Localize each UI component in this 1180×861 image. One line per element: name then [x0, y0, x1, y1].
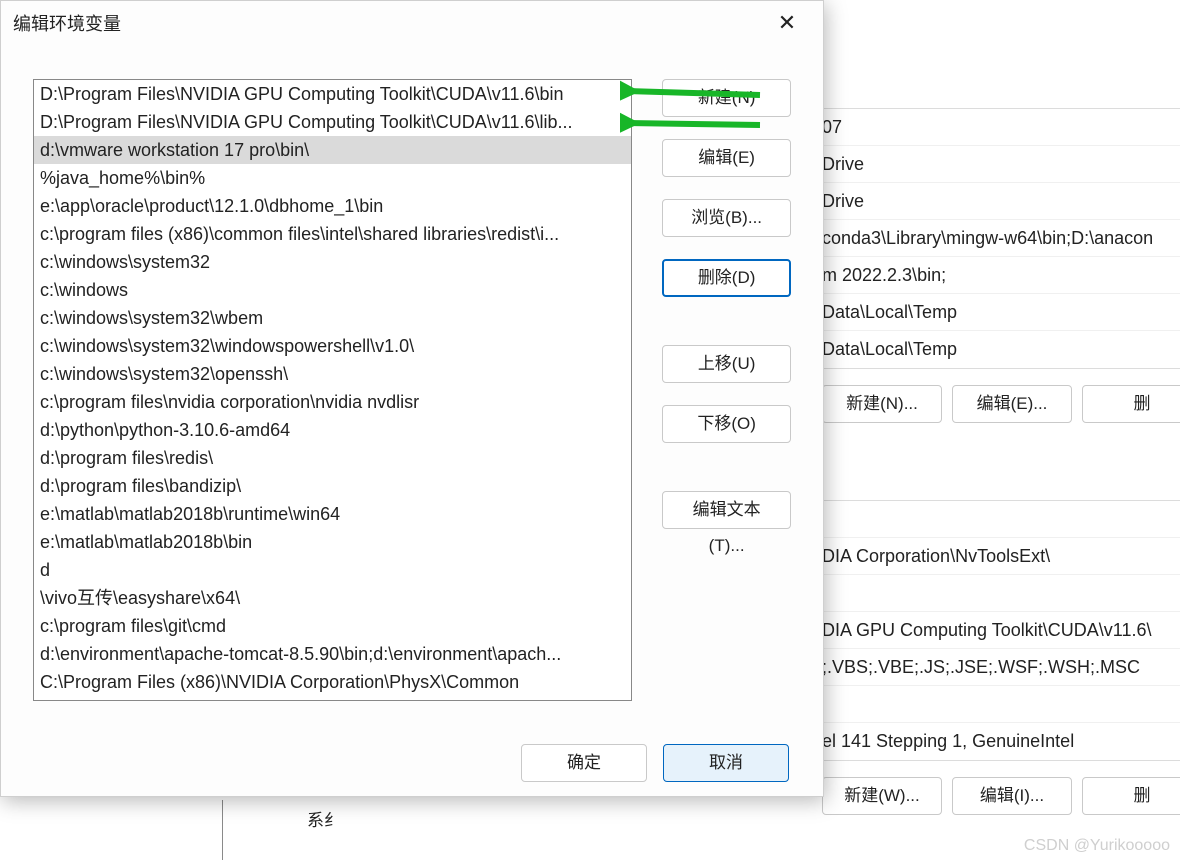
delete-entry-button[interactable]: 删除(D) — [662, 259, 791, 297]
edit-user-var-button[interactable]: 编辑(E)... — [952, 385, 1072, 423]
edit-entry-button[interactable]: 编辑(E) — [662, 139, 791, 177]
list-item[interactable]: c:\program files\nvidia corporation\nvid… — [34, 388, 631, 416]
list-item[interactable]: c:\windows\system32\openssh\ — [34, 360, 631, 388]
list-item[interactable]: d:\vmware workstation 17 pro\bin\ — [34, 136, 631, 164]
delete-user-var-button[interactable]: 删 — [1082, 385, 1180, 423]
list-item[interactable]: c:\windows\system32\wbem — [34, 304, 631, 332]
list-item[interactable]: c:\windows — [34, 276, 631, 304]
dialog-title: 编辑环境变量 — [13, 10, 763, 36]
ok-button[interactable]: 确定 — [521, 744, 647, 782]
delete-sys-var-button[interactable]: 删 — [1082, 777, 1180, 815]
list-item[interactable]: d — [34, 556, 631, 584]
list-item[interactable]: \vivo互传\easyshare\x64\ — [34, 584, 631, 612]
list-item[interactable]: D:\Program Files\NVIDIA GPU Computing To… — [34, 108, 631, 136]
list-item[interactable]: c:\program files (x86)\common files\inte… — [34, 220, 631, 248]
list-item[interactable]: c:\program files\git\cmd — [34, 612, 631, 640]
list-item[interactable]: c:\windows\system32 — [34, 248, 631, 276]
cancel-button[interactable]: 取消 — [663, 744, 789, 782]
edit-sys-var-button[interactable]: 编辑(I)... — [952, 777, 1072, 815]
new-entry-button[interactable]: 新建(N) — [662, 79, 791, 117]
list-item[interactable]: C:\Program Files (x86)\NVIDIA Corporatio… — [34, 668, 631, 696]
edit-text-button[interactable]: 编辑文本(T)... — [662, 491, 791, 529]
new-sys-var-button[interactable]: 新建(W)... — [822, 777, 942, 815]
list-item[interactable]: c:\windows\system32\windowspowershell\v1… — [34, 332, 631, 360]
list-item[interactable]: e:\matlab\matlab2018b\bin — [34, 528, 631, 556]
list-item[interactable]: e:\app\oracle\product\12.1.0\dbhome_1\bi… — [34, 192, 631, 220]
path-entries-listbox[interactable]: D:\Program Files\NVIDIA GPU Computing To… — [33, 79, 632, 701]
browse-button[interactable]: 浏览(B)... — [662, 199, 791, 237]
list-item[interactable]: d:\program files\bandizip\ — [34, 472, 631, 500]
list-item[interactable]: d:\python\python-3.10.6-amd64 — [34, 416, 631, 444]
list-item[interactable]: d:\program files\redis\ — [34, 444, 631, 472]
system-vars-label: 系纟 — [307, 806, 341, 831]
divider — [222, 800, 223, 860]
list-item[interactable]: e:\matlab\matlab2018b\runtime\win64 — [34, 500, 631, 528]
move-down-button[interactable]: 下移(O) — [662, 405, 791, 443]
move-up-button[interactable]: 上移(U) — [662, 345, 791, 383]
watermark: CSDN @Yurikooooo — [1024, 837, 1170, 855]
new-user-var-button[interactable]: 新建(N)... — [822, 385, 942, 423]
close-icon[interactable]: ✕ — [763, 7, 811, 39]
list-item[interactable]: %java_home%\bin% — [34, 164, 631, 192]
list-item[interactable]: D:\Program Files\NVIDIA GPU Computing To… — [34, 80, 631, 108]
edit-env-variable-dialog: 编辑环境变量 ✕ D:\Program Files\NVIDIA GPU Com… — [0, 0, 824, 797]
dialog-titlebar: 编辑环境变量 ✕ — [1, 1, 823, 45]
list-item[interactable]: d:\environment\apache-tomcat-8.5.90\bin;… — [34, 640, 631, 668]
